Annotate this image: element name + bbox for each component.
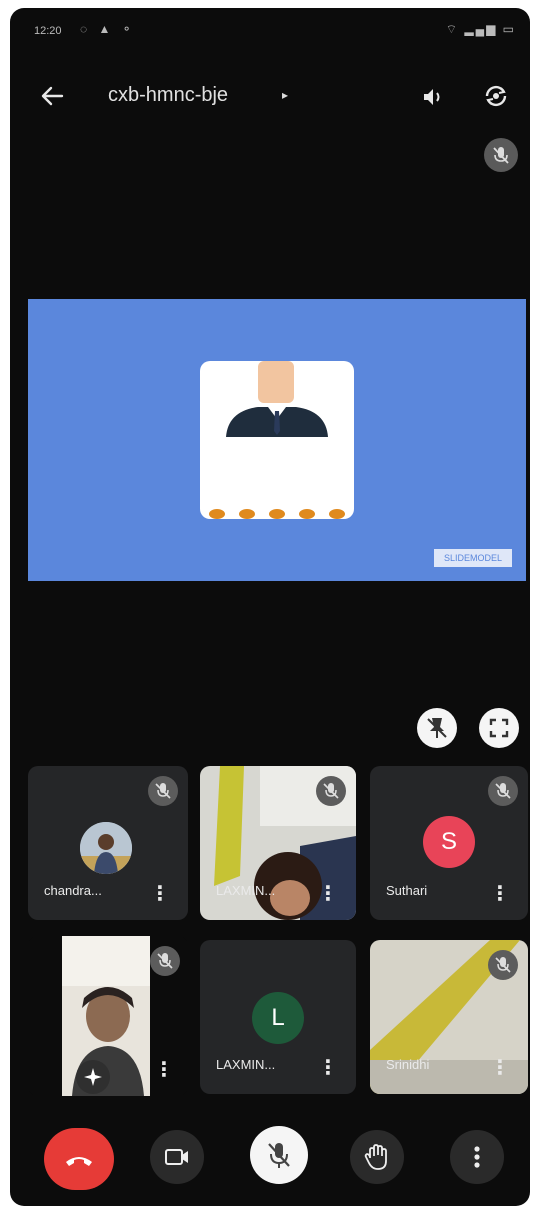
mic-off-icon — [495, 783, 511, 799]
hangup-icon — [66, 1157, 92, 1166]
presenter-illustration — [209, 361, 345, 519]
participant-name: LAXMIN... — [216, 1057, 276, 1072]
meeting-code[interactable]: cxb-hmnc-bje — [108, 84, 228, 107]
avatar — [80, 822, 132, 874]
more-vert-icon — [474, 1146, 480, 1168]
camera-toggle-button[interactable] — [150, 1130, 204, 1184]
participant-tile[interactable]: Srinidhi ⋮ — [370, 940, 528, 1094]
more-options-button[interactable]: ⋮ — [490, 884, 510, 904]
status-time: 12:20 — [34, 25, 62, 37]
muted-badge — [316, 776, 346, 806]
effects-button[interactable] — [76, 1060, 110, 1094]
leave-call-button[interactable] — [44, 1128, 114, 1190]
slide-card — [200, 361, 354, 519]
raise-hand-icon — [364, 1144, 387, 1170]
more-options-button[interactable]: ⋮ — [150, 884, 170, 904]
status-bar: 12:20 ◌ ▲ ⚬ ⌔ ▂▄▆ ▭ — [10, 8, 530, 52]
fullscreen-button[interactable] — [479, 708, 519, 748]
presentation-view[interactable]: SLIDEMODEL — [28, 299, 526, 581]
muted-badge — [488, 776, 518, 806]
presenter-muted-badge — [484, 138, 518, 172]
mic-off-icon — [323, 783, 339, 799]
speaker-button[interactable] — [418, 82, 448, 112]
participant-tile[interactable]: LAXMIN... ⋮ — [200, 766, 356, 920]
notification-icons: ◌ ▲ ⚬ — [80, 22, 136, 36]
mic-off-icon — [157, 953, 173, 969]
switch-camera-button[interactable] — [480, 80, 512, 112]
more-options-button[interactable]: ⋮ — [154, 1060, 174, 1080]
participant-tile[interactable]: chandra... ⋮ — [28, 766, 188, 920]
mic-off-icon — [155, 783, 171, 799]
unpin-button[interactable] — [417, 708, 457, 748]
participant-name: Suthari — [386, 883, 428, 898]
muted-badge — [148, 776, 178, 806]
slide-watermark: SLIDEMODEL — [434, 549, 512, 567]
self-view-tile[interactable]: ⋮ — [28, 936, 188, 1096]
muted-badge — [488, 950, 518, 980]
raise-hand-button[interactable] — [350, 1130, 404, 1184]
participant-name: LAXMIN... — [216, 883, 276, 898]
unpin-icon — [427, 718, 447, 738]
mic-off-icon — [495, 957, 511, 973]
sparkle-effects-icon — [84, 1068, 102, 1086]
participant-tile[interactable]: L LAXMIN... ⋮ — [200, 940, 356, 1094]
chevron-right-icon[interactable]: ▸ — [282, 88, 288, 102]
more-options-button[interactable]: ⋮ — [318, 1058, 338, 1078]
more-options-button[interactable] — [450, 1130, 504, 1184]
camera-flip-icon — [485, 85, 507, 107]
avatar: S — [423, 816, 475, 868]
fullscreen-icon — [489, 718, 509, 738]
mic-toggle-button[interactable] — [250, 1126, 308, 1184]
mic-off-icon — [268, 1143, 290, 1168]
mic-off-icon — [493, 147, 509, 164]
participant-name: chandra... — [44, 883, 102, 898]
avatar: L — [252, 992, 304, 1044]
arrow-left-icon — [41, 86, 64, 106]
participant-name: Srinidhi — [386, 1057, 430, 1072]
back-button[interactable] — [36, 80, 68, 112]
signal-battery-icons: ⌔ ▂▄▆ ▭ — [445, 22, 516, 36]
participant-tile[interactable]: S Suthari ⋮ — [370, 766, 528, 920]
speaker-icon — [424, 89, 440, 105]
video-camera-icon — [165, 1149, 188, 1165]
meet-screen: 12:20 ◌ ▲ ⚬ ⌔ ▂▄▆ ▭ cxb-hmnc-bje ▸ SLIDE… — [10, 8, 530, 1206]
muted-badge — [150, 946, 180, 976]
more-options-button[interactable]: ⋮ — [318, 884, 338, 904]
more-options-button[interactable]: ⋮ — [490, 1058, 510, 1078]
